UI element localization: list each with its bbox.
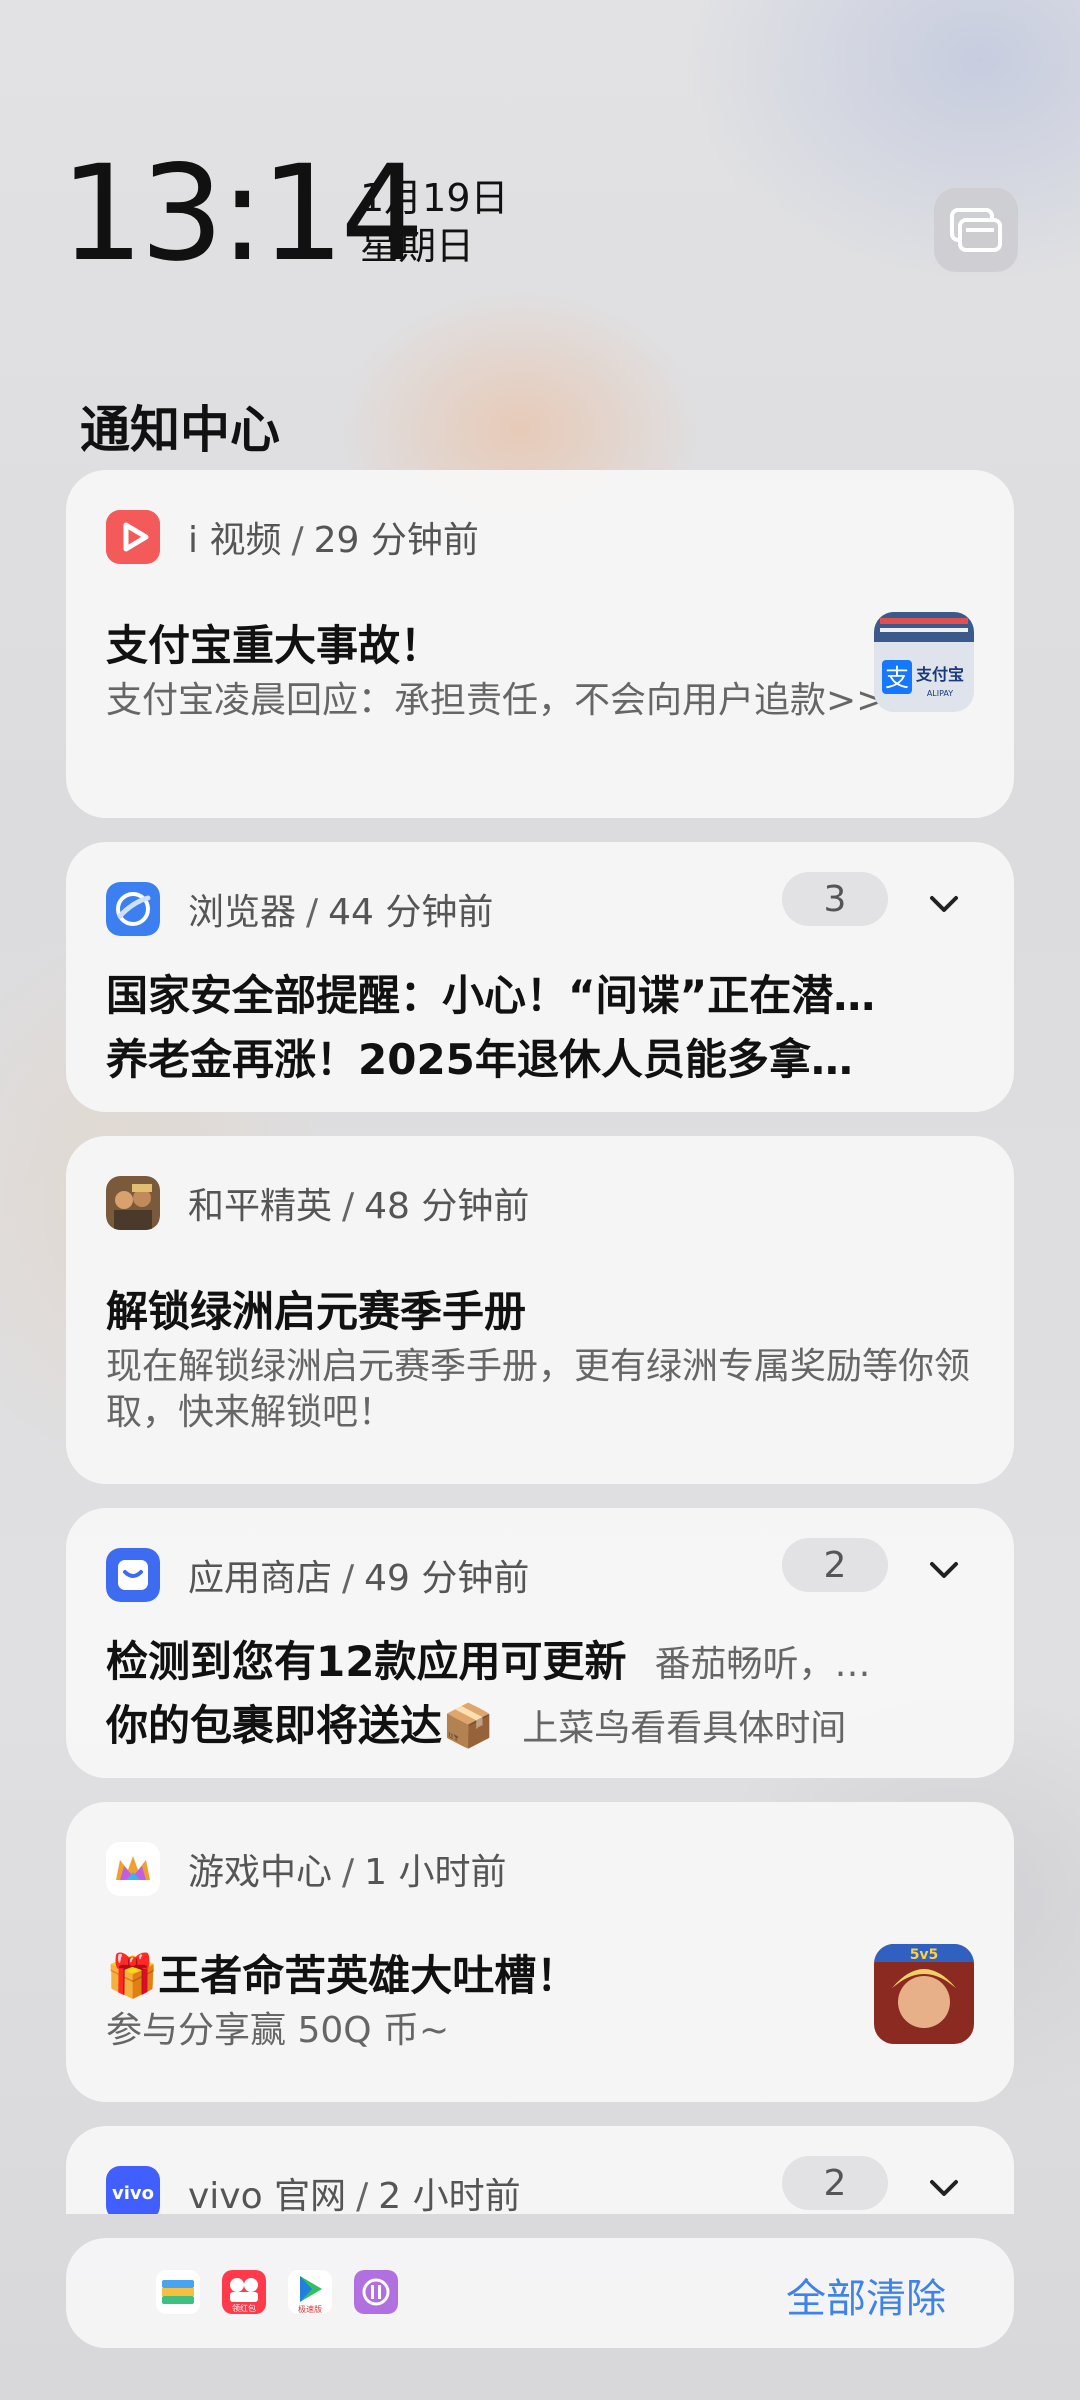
- app-meta: i 视频/29 分钟前: [188, 520, 479, 561]
- purple-app-icon: [354, 2270, 398, 2314]
- notification-title: 解锁绿洲启元赛季手册: [106, 1287, 527, 1336]
- app-row: 应用商店/49 分钟前: [106, 1548, 529, 1602]
- date-block: 1月19日 星期日: [360, 174, 509, 270]
- notification-style-button[interactable]: [934, 188, 1018, 272]
- mini-icon-text: 领红包: [232, 2303, 256, 2313]
- mini-icon-text: 极速版: [298, 2304, 322, 2314]
- app-row: 和平精英/48 分钟前: [106, 1176, 529, 1230]
- notification-body: 参与分享赢 50Q 币~: [106, 2010, 450, 2051]
- svg-text:支: 支: [885, 664, 909, 692]
- notification-time: 49 分钟前: [364, 1558, 530, 1599]
- app-name: 和平精英: [188, 1186, 333, 1227]
- ivideo-play-icon: [106, 510, 160, 564]
- line-title: 检测到您有12款应用可更新: [106, 1637, 627, 1686]
- notification-title: 🎁王者命苦英雄大吐槽！: [106, 1951, 579, 2000]
- game-play-icon: 极速版: [288, 2270, 332, 2314]
- notification-time: 29 分钟前: [313, 520, 479, 561]
- line-subtext: 上菜鸟看看具体时间: [522, 1708, 847, 1749]
- app-meta: 浏览器/44 分钟前: [188, 892, 494, 933]
- browser-icon: [106, 882, 160, 936]
- notification-count-badge[interactable]: 2: [782, 1538, 888, 1592]
- clear-all-button[interactable]: 全部清除: [786, 2266, 946, 2324]
- chevron-down-icon[interactable]: [922, 2166, 966, 2210]
- game-avatar-icon: [106, 1176, 160, 1230]
- notification-card-peacekeeper[interactable]: 和平精英/48 分钟前 解锁绿洲启元赛季手册 现在解锁绿洲启元赛季手册，更有绿洲…: [66, 1136, 1014, 1484]
- grouped-notification-line: 国家安全部提醒：小心！“间谍”正在潜…: [106, 971, 876, 1020]
- chevron-down-icon[interactable]: [922, 1548, 966, 1592]
- app-row: vivo vivo 官网/2 小时前: [106, 2166, 521, 2214]
- notification-card-browser[interactable]: 浏览器/44 分钟前 3 国家安全部提醒：小心！“间谍”正在潜… 养老金再涨！2…: [66, 842, 1014, 1112]
- app-row: 游戏中心/1 小时前: [106, 1842, 507, 1896]
- app-name: 游戏中心: [188, 1852, 333, 1893]
- app-meta: 游戏中心/1 小时前: [188, 1852, 507, 1893]
- notification-center-title: 通知中心: [80, 401, 280, 459]
- app-name: 应用商店: [188, 1558, 333, 1599]
- chevron-down-icon[interactable]: [922, 882, 966, 926]
- vivo-icon: vivo: [106, 2166, 160, 2214]
- notification-title: 支付宝重大事故！: [106, 621, 443, 670]
- weekday-text: 星期日: [360, 224, 475, 268]
- notification-thumbnail: 支 支付宝 ALIPAY: [874, 612, 974, 712]
- app-name: 浏览器: [188, 892, 297, 933]
- app-meta: vivo 官网/2 小时前: [188, 2167, 521, 2214]
- thumb-text: 支付宝: [915, 665, 964, 684]
- grouped-notification-line: 你的包裹即将送达📦 上菜鸟看看具体时间: [106, 1692, 846, 1753]
- crown-icon: [106, 1842, 160, 1896]
- notification-time: 2 小时前: [378, 2176, 521, 2214]
- line-subtext: 番茄畅听，…: [654, 1644, 871, 1685]
- app-row: 浏览器/44 分钟前: [106, 882, 493, 936]
- notification-time: 1 小时前: [364, 1852, 507, 1893]
- video-app-icon: 领红包: [222, 2270, 266, 2314]
- notification-time: 44 分钟前: [328, 892, 494, 933]
- app-row: i 视频/29 分钟前: [106, 510, 479, 564]
- app-name: i 视频: [188, 520, 282, 561]
- thumb-subtext: ALIPAY: [927, 689, 953, 698]
- app-meta: 应用商店/49 分钟前: [188, 1558, 530, 1599]
- notification-card-appstore[interactable]: 应用商店/49 分钟前 2 检测到您有12款应用可更新 番茄畅听，… 你的包裹即将…: [66, 1508, 1014, 1778]
- notification-thumbnail: 5v5: [874, 1944, 974, 2044]
- notification-card-ivideo[interactable]: i 视频/29 分钟前 支付宝重大事故！ 支付宝凌晨回应：承担责任，不会向用户追…: [66, 470, 1014, 818]
- line-title: 你的包裹即将送达📦: [106, 1701, 495, 1750]
- grouped-notification-line: 检测到您有12款应用可更新 番茄畅听，…: [106, 1628, 870, 1689]
- bottom-bar: 领红包 极速版 全部清除: [66, 2238, 1014, 2348]
- grouped-notification-line: 养老金再涨！2025年退休人员能多拿…: [106, 1035, 853, 1084]
- date-text: 1月19日: [360, 176, 509, 220]
- notification-body: 支付宝凌晨回应：承担责任，不会向用户追款>>: [106, 680, 887, 721]
- notification-count-badge[interactable]: 2: [782, 2156, 888, 2210]
- thumb-text: 5v5: [910, 1947, 939, 1963]
- notification-time: 48 分钟前: [364, 1186, 530, 1227]
- collapsed-app-icons[interactable]: 领红包 极速版: [156, 2270, 398, 2314]
- notification-card-vivo[interactable]: vivo vivo 官网/2 小时前 2: [66, 2126, 1014, 2214]
- app-meta: 和平精英/48 分钟前: [188, 1186, 530, 1227]
- app-name: vivo 官网: [188, 2176, 347, 2214]
- wallet-icon: [156, 2270, 200, 2314]
- notification-card-gamecenter[interactable]: 游戏中心/1 小时前 🎁王者命苦英雄大吐槽！ 参与分享赢 50Q 币~ 5v5: [66, 1802, 1014, 2102]
- stack-icon: [950, 208, 1002, 252]
- app-store-icon: [106, 1548, 160, 1602]
- notification-count-badge[interactable]: 3: [782, 872, 888, 926]
- notification-body: 现在解锁绿洲启元赛季手册，更有绿洲专属奖励等你领取，快来解锁吧！: [106, 1346, 971, 1433]
